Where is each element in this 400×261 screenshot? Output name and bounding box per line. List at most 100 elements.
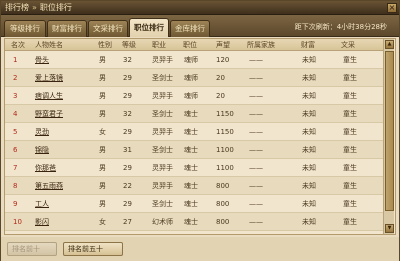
col-class[interactable]: 职业: [152, 39, 166, 51]
cell-level: 31: [123, 146, 132, 154]
top-ten-button[interactable]: 排名前十: [7, 242, 57, 256]
table-row[interactable]: 7 你那爸 男 29 灵羿手 魂士 1100 —— 未知 童生: [5, 159, 384, 177]
cell-position: 魂士: [184, 146, 198, 154]
cell-gender: 男: [99, 164, 106, 172]
cell-level: 29: [123, 164, 132, 172]
cell-family: ——: [249, 56, 263, 64]
cell-wealth: 未知: [302, 218, 316, 226]
cell-level: 29: [123, 92, 132, 100]
cell-gender: 男: [99, 146, 106, 154]
cell-name[interactable]: 灵劲: [35, 123, 49, 141]
cell-name[interactable]: 工人: [35, 195, 49, 213]
col-wealth[interactable]: 财富: [301, 39, 315, 51]
table-header: 名次 人物姓名 性别 等级 职业 职位 声望 所属家族 财富 文采: [5, 39, 384, 51]
col-family[interactable]: 所属家族: [247, 39, 275, 51]
cell-name[interactable]: 锦隐: [35, 141, 49, 159]
tab-level-ranking[interactable]: 等级排行: [4, 20, 46, 37]
cell-class: 幻术师: [152, 218, 173, 226]
cell-position: 魂师: [184, 56, 198, 64]
cell-rank: 9: [13, 200, 18, 208]
cell-wealth: 未知: [302, 164, 316, 172]
cell-class: 圣剑士: [152, 200, 173, 208]
cell-wealth: 未知: [302, 74, 316, 82]
scroll-down-icon[interactable]: ▼: [385, 224, 394, 233]
cell-level: 29: [123, 200, 132, 208]
col-rank[interactable]: 名次: [11, 39, 25, 51]
cell-family: ——: [249, 74, 263, 82]
cell-level: 29: [123, 74, 132, 82]
cell-name[interactable]: 野蛮君子: [35, 105, 63, 123]
cell-position: 魂师: [184, 92, 198, 100]
cell-rank: 5: [13, 128, 18, 136]
cell-gender: 女: [99, 128, 106, 136]
cell-name[interactable]: 痞调人生: [35, 87, 63, 105]
cell-position: 魂士: [184, 218, 198, 226]
cell-class: 圣剑士: [152, 146, 173, 154]
cell-rank: 4: [13, 110, 18, 118]
cell-rank: 8: [13, 182, 18, 190]
cell-literary: 童生: [343, 182, 357, 190]
cell-name[interactable]: 你那爸: [35, 159, 56, 177]
table-row[interactable]: 1 骨头 男 32 灵羿手 魂师 120 —— 未知 童生: [5, 51, 384, 69]
cell-name[interactable]: 第五雨燕: [35, 177, 63, 195]
tab-bar: 等级排行 财富排行 文采排行 职位排行 金库排行 距下次刷新：4小时38分28秒: [1, 15, 399, 37]
cell-family: ——: [249, 200, 263, 208]
col-prestige[interactable]: 声望: [216, 39, 230, 51]
table-row[interactable]: 4 野蛮君子 男 32 圣剑士 魂士 1150 —— 未知 童生: [5, 105, 384, 123]
cell-position: 魂士: [184, 128, 198, 136]
cell-prestige: 800: [216, 200, 230, 208]
tab-treasury-ranking[interactable]: 金库排行: [170, 20, 210, 37]
table-row[interactable]: 8 第五雨燕 男 22 灵羿手 魂士 800 —— 未知 童生: [5, 177, 384, 195]
cell-literary: 童生: [343, 74, 357, 82]
cell-prestige: 20: [216, 74, 225, 82]
table-row[interactable]: 9 工人 男 29 圣剑士 魂士 800 —— 未知 童生: [5, 195, 384, 213]
cell-rank: 3: [13, 92, 18, 100]
cell-rank: 10: [13, 218, 22, 226]
cell-literary: 童生: [343, 164, 357, 172]
cell-literary: 童生: [343, 200, 357, 208]
scroll-thumb[interactable]: [385, 51, 394, 211]
close-icon[interactable]: ×: [387, 3, 397, 13]
cell-rank: 2: [13, 74, 18, 82]
footer: 排名前十 排名前五十: [1, 237, 399, 261]
col-level[interactable]: 等级: [122, 39, 136, 51]
cell-class: 圣剑士: [152, 74, 173, 82]
cell-level: 22: [123, 182, 132, 190]
table-row[interactable]: 6 锦隐 男 31 圣剑士 魂士 1100 —— 未知 童生: [5, 141, 384, 159]
cell-family: ——: [249, 92, 263, 100]
scroll-up-icon[interactable]: ▲: [385, 40, 394, 49]
cell-wealth: 未知: [302, 182, 316, 190]
cell-family: ——: [249, 218, 263, 226]
cell-name[interactable]: 影闪: [35, 213, 49, 231]
cell-name[interactable]: 骨头: [35, 51, 49, 69]
tab-position-ranking[interactable]: 职位排行: [129, 18, 169, 37]
cell-name[interactable]: 爱上落镜: [35, 69, 63, 87]
table-row[interactable]: 5 灵劲 女 29 灵羿手 魂士 1150 —— 未知 童生: [5, 123, 384, 141]
cell-class: 圣剑士: [152, 110, 173, 118]
cell-family: ——: [249, 182, 263, 190]
cell-prestige: 120: [216, 56, 230, 64]
cell-gender: 男: [99, 110, 106, 118]
table-row[interactable]: 3 痞调人生 男 29 灵羿手 魂师 20 —— 未知 童生: [5, 87, 384, 105]
breadcrumb-separator: »: [32, 3, 37, 12]
col-name[interactable]: 人物姓名: [35, 39, 63, 51]
cell-class: 灵羿手: [152, 56, 173, 64]
scrollbar[interactable]: ▲ ▼: [383, 39, 394, 234]
cell-position: 魂士: [184, 200, 198, 208]
table-row[interactable]: 2 爱上落镜 男 29 圣剑士 魂师 20 —— 未知 童生: [5, 69, 384, 87]
cell-prestige: 800: [216, 182, 230, 190]
cell-level: 29: [123, 128, 132, 136]
cell-position: 魂士: [184, 164, 198, 172]
tab-wealth-ranking[interactable]: 财富排行: [47, 20, 87, 37]
tab-literary-ranking[interactable]: 文采排行: [88, 20, 128, 37]
col-gender[interactable]: 性别: [98, 39, 112, 51]
cell-literary: 童生: [343, 56, 357, 64]
cell-literary: 童生: [343, 92, 357, 100]
cell-gender: 男: [99, 92, 106, 100]
table-row[interactable]: 10 影闪 女 27 幻术师 魂士 800 —— 未知 童生: [5, 213, 384, 231]
top-fifty-button[interactable]: 排名前五十: [63, 242, 123, 256]
cell-gender: 男: [99, 182, 106, 190]
col-literary[interactable]: 文采: [341, 39, 355, 51]
title-bar[interactable]: 排行榜» 职位排行 ×: [1, 1, 399, 15]
col-position[interactable]: 职位: [183, 39, 197, 51]
